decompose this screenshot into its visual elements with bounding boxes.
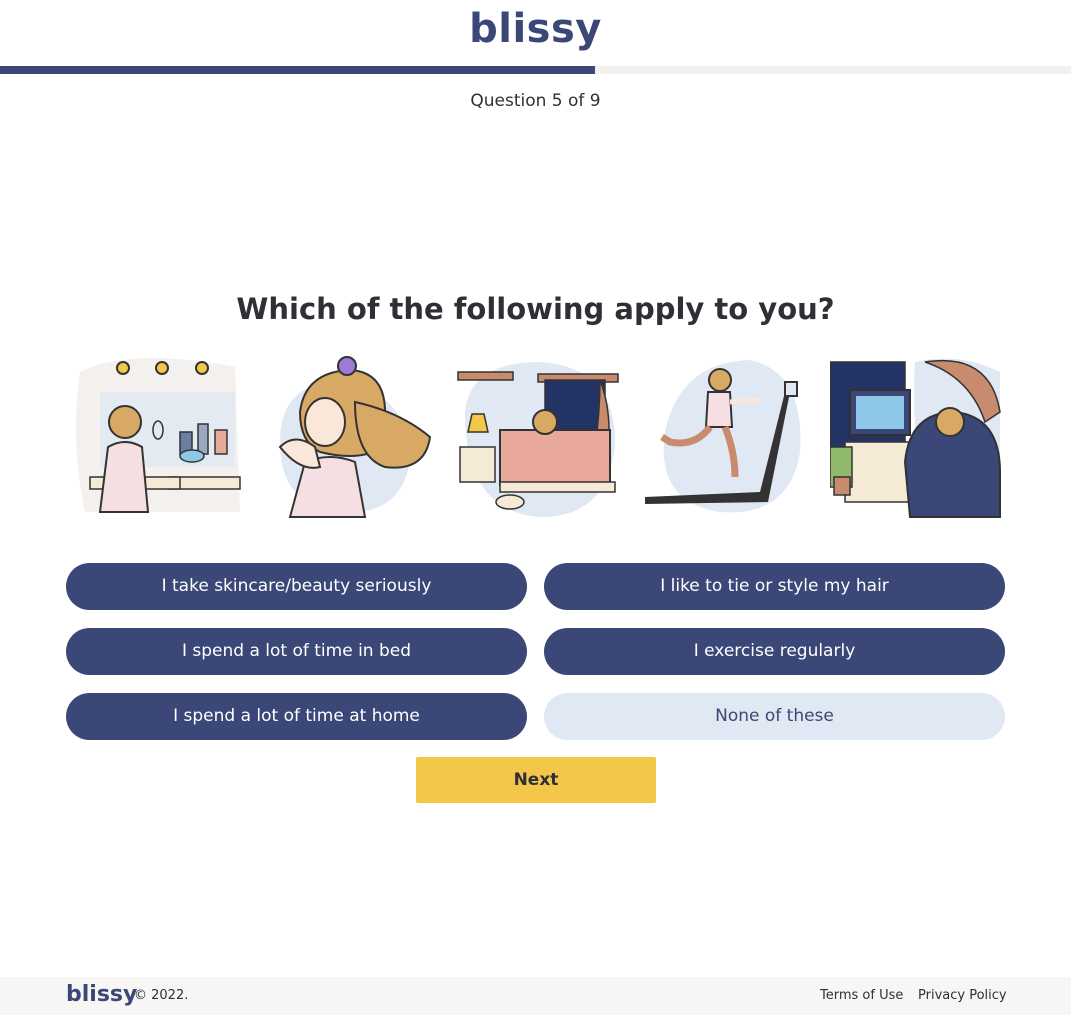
brand-logo[interactable]: blissy xyxy=(0,6,1071,52)
option-skincare[interactable]: I take skincare/beauty seriously xyxy=(66,563,527,610)
privacy-policy-link[interactable]: Privacy Policy xyxy=(918,988,1007,1003)
option-hair[interactable]: I like to tie or style my hair xyxy=(544,563,1005,610)
skincare-illustration xyxy=(70,352,245,522)
option-home[interactable]: I spend a lot of time at home xyxy=(66,693,527,740)
header: blissy xyxy=(0,0,1071,66)
option-exercise[interactable]: I exercise regularly xyxy=(544,628,1005,675)
terms-of-use-link[interactable]: Terms of Use xyxy=(820,988,903,1003)
option-none[interactable]: None of these xyxy=(544,693,1005,740)
next-button[interactable]: Next xyxy=(416,757,656,803)
progress-bar xyxy=(0,66,1071,74)
progress-bar-fill xyxy=(0,66,596,74)
footer-logo[interactable]: blissy xyxy=(66,982,137,1007)
home-desk-illustration xyxy=(829,352,1005,522)
footer: blissy © 2022. Terms of Use Privacy Poli… xyxy=(0,977,1071,1015)
copyright-text: © 2022. xyxy=(134,988,189,1003)
treadmill-illustration xyxy=(640,352,815,522)
option-bed[interactable]: I spend a lot of time in bed xyxy=(66,628,527,675)
illustrations-row xyxy=(70,352,1005,522)
hair-styling-illustration xyxy=(260,352,435,522)
question-counter: Question 5 of 9 xyxy=(470,91,601,111)
bed-illustration xyxy=(450,352,625,522)
question-title: Which of the following apply to you? xyxy=(236,292,835,326)
